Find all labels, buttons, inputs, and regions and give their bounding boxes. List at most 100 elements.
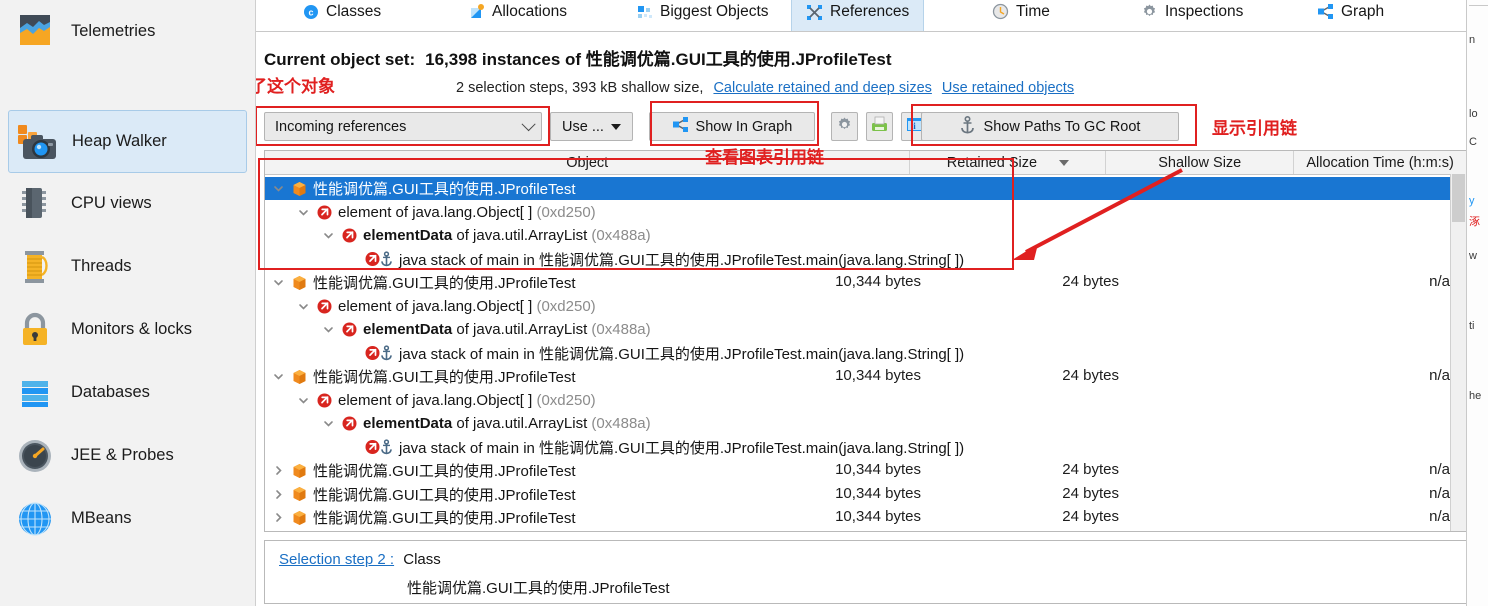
sidebar-item-label: Threads <box>71 257 132 275</box>
reference-mode-select[interactable]: Incoming references <box>264 112 542 141</box>
row-object-label: java stack of main in 性能调优篇.GUI工具的使用.JPr… <box>399 439 965 457</box>
tab-allocations[interactable]: Allocations <box>455 0 581 31</box>
column-header-object[interactable]: Object <box>265 151 911 174</box>
threads-icon <box>14 246 56 288</box>
use-menu-label: Use ... <box>562 118 604 135</box>
selection-step-link[interactable]: Selection step 2 : <box>279 551 394 568</box>
tab-label: Inspections <box>1165 2 1244 20</box>
tab-classes[interactable]: c Classes <box>289 0 395 31</box>
export-button[interactable] <box>865 112 893 141</box>
calculate-retained-link[interactable]: Calculate retained and deep sizes <box>713 80 931 96</box>
sidebar-item-heap-walker[interactable]: Heap Walker <box>8 110 247 173</box>
table-row[interactable]: 性能调优篇.GUI工具的使用.JProfileTest <box>265 365 1452 388</box>
row-object-label: elementData of java.util.ArrayList (0x48… <box>363 415 651 432</box>
use-retained-objects-link[interactable]: Use retained objects <box>942 80 1074 96</box>
row-twisty-expanded[interactable] <box>267 183 289 194</box>
graph-icon <box>1317 3 1334 20</box>
table-row[interactable]: 性能调优篇.GUI工具的使用.JProfileTest <box>265 506 1452 529</box>
table-row[interactable]: java stack of main in 性能调优篇.GUI工具的使用.JPr… <box>265 248 1452 271</box>
sidebar-item-label: Databases <box>71 383 150 401</box>
sidebar-item-cpu-views[interactable]: CPU views <box>0 172 152 235</box>
sidebar-item-label: MBeans <box>71 509 132 527</box>
row-object-label: elementData of java.util.ArrayList (0x48… <box>363 227 651 244</box>
tab-references[interactable]: References <box>791 0 925 31</box>
reference-gcroot-icon <box>364 439 395 455</box>
sidebar-item-databases[interactable]: Databases <box>0 361 150 424</box>
row-twisty-expanded[interactable] <box>267 277 289 288</box>
tab-label: Biggest Objects <box>660 2 769 20</box>
tab-inspections[interactable]: Inspections <box>1127 0 1257 31</box>
tab-label: Time <box>1016 2 1050 20</box>
instance-cube-icon <box>289 486 309 502</box>
tab-graph[interactable]: Graph <box>1303 0 1398 31</box>
row-twisty-collapsed[interactable] <box>267 489 289 500</box>
tab-time[interactable]: Time <box>978 0 1064 31</box>
sort-descending-icon <box>1059 159 1070 166</box>
row-twisty-expanded[interactable] <box>317 230 339 241</box>
reference-mode-value: Incoming references <box>275 118 407 135</box>
column-header-allocation-time[interactable]: Allocation Time (h:m:s) <box>1294 151 1466 174</box>
row-twisty-expanded[interactable] <box>292 207 314 218</box>
sidebar-item-label: JEE & Probes <box>71 446 174 464</box>
scrollbar-thumb[interactable] <box>1452 174 1465 222</box>
table-row[interactable]: elementData of java.util.ArrayList (0x48… <box>265 224 1452 247</box>
row-twisty-expanded[interactable] <box>317 324 339 335</box>
reference-icon <box>314 393 334 408</box>
show-in-graph-label: Show In Graph <box>695 118 793 135</box>
annotation-show-reference-chain: 显示引用链 <box>1212 119 1297 138</box>
sidebar-item-mbeans[interactable]: MBeans <box>0 487 132 550</box>
row-object-label: java stack of main in 性能调优篇.GUI工具的使用.JPr… <box>399 251 965 269</box>
export-icon <box>870 116 889 137</box>
tab-label: References <box>830 3 910 20</box>
table-row[interactable]: java stack of main in 性能调优篇.GUI工具的使用.JPr… <box>265 342 1452 365</box>
current-object-set-header: Current object set: 16,398 instances of 性… <box>264 45 892 70</box>
reference-icon <box>339 416 359 431</box>
row-twisty-expanded[interactable] <box>292 395 314 406</box>
heap-walker-icon <box>15 121 57 163</box>
settings-button[interactable] <box>830 112 858 141</box>
column-label: Shallow Size <box>1158 154 1242 171</box>
table-row[interactable]: 性能调优篇.GUI工具的使用.JProfileTest <box>265 483 1452 506</box>
sidebar-item-jee-probes[interactable]: JEE & Probes <box>0 424 174 487</box>
tab-label: Graph <box>1341 2 1385 20</box>
column-label: Retained Size <box>946 154 1038 171</box>
table-row[interactable]: element of java.lang.Object[ ] (0xd250) <box>265 295 1452 318</box>
row-twisty-expanded[interactable] <box>267 371 289 382</box>
table-row[interactable]: java stack of main in 性能调优篇.GUI工具的使用.JPr… <box>265 436 1452 459</box>
row-object-label: 性能调优篇.GUI工具的使用.JProfileTest <box>313 486 576 504</box>
table-row[interactable]: element of java.lang.Object[ ] (0xd250) <box>265 201 1452 224</box>
row-twisty-expanded[interactable] <box>317 418 339 429</box>
table-row[interactable]: 性能调优篇.GUI工具的使用.JProfileTest <box>265 459 1452 482</box>
reference-gcroot-icon <box>364 345 395 361</box>
vertical-scrollbar[interactable] <box>1450 174 1466 531</box>
row-twisty-expanded[interactable] <box>292 301 314 312</box>
selection-step-kind: Class <box>403 551 441 568</box>
column-header-shallow-size[interactable]: Shallow Size <box>1106 151 1295 174</box>
sidebar-item-monitors-locks[interactable]: Monitors & locks <box>0 298 192 361</box>
selection-steps-panel: Selection step 2 : Class 性能调优篇.GUI工具的使用.… <box>264 540 1467 604</box>
current-object-set-summary: 16,398 instances of 性能调优篇.GUI工具的使用.JProf… <box>425 50 892 69</box>
classes-icon: c <box>303 4 319 20</box>
globe-icon <box>14 498 56 540</box>
table-body: 10,344 bytes24 bytesn/a性能调优篇.GUI工具的使用.JP… <box>265 175 1466 531</box>
references-table: Object Retained Size Shallow Size Alloca… <box>264 150 1467 532</box>
table-row[interactable]: 性能调优篇.GUI工具的使用.JProfileTest <box>265 177 1452 200</box>
table-row[interactable]: 性能调优篇.GUI工具的使用.JProfileTest <box>265 271 1452 294</box>
table-row[interactable]: element of java.lang.Object[ ] (0xd250) <box>265 389 1452 412</box>
sidebar-item-telemetries[interactable]: Telemetries <box>0 0 255 63</box>
sidebar-item-threads[interactable]: Threads <box>0 235 132 298</box>
tab-biggest-objects[interactable]: Biggest Objects <box>623 0 783 31</box>
row-twisty-collapsed[interactable] <box>267 465 289 476</box>
use-menu-button[interactable]: Use ... <box>550 112 633 141</box>
database-icon <box>14 372 56 414</box>
column-label: Allocation Time (h:m:s) <box>1306 154 1454 171</box>
show-in-graph-button[interactable]: Show In Graph <box>648 112 815 141</box>
table-row[interactable]: elementData of java.util.ArrayList (0x48… <box>265 412 1452 435</box>
column-header-retained-size[interactable]: Retained Size <box>910 151 1107 174</box>
row-twisty-collapsed[interactable] <box>267 512 289 523</box>
show-paths-to-gc-root-button[interactable]: Show Paths To GC Root <box>921 112 1179 141</box>
table-row[interactable]: elementData of java.util.ArrayList (0x48… <box>265 318 1452 341</box>
instance-cube-icon <box>289 369 309 385</box>
selection-step-value: 性能调优篇.GUI工具的使用.JProfileTest <box>407 580 670 597</box>
selection-step-line: Selection step 2 : Class <box>279 551 441 568</box>
